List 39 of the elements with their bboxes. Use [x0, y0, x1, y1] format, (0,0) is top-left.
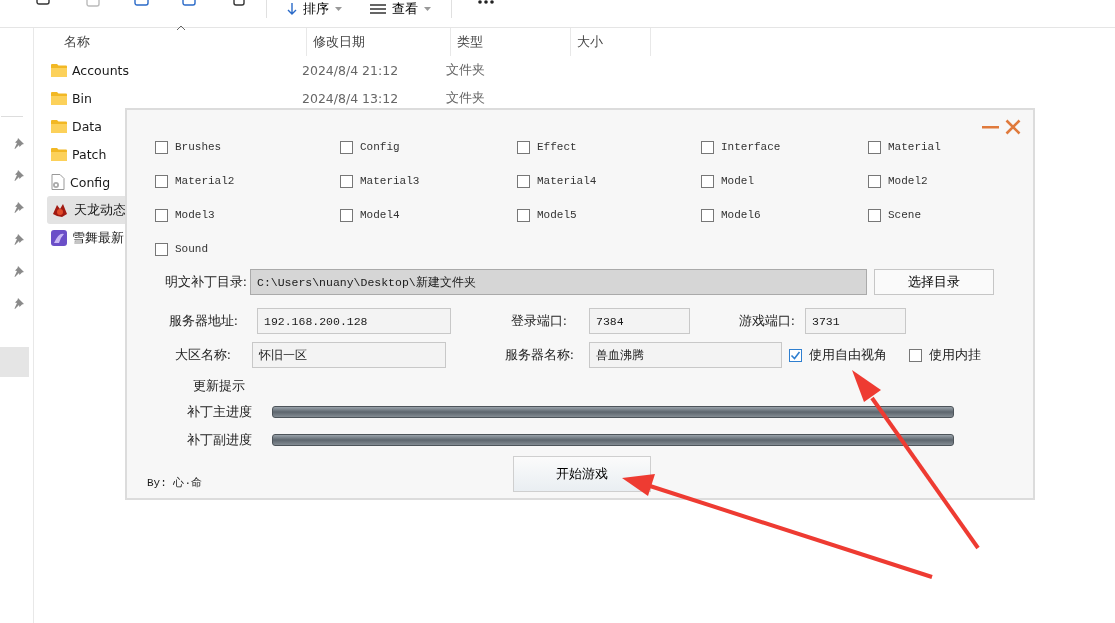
- date-cell-text: 2024/8/4 13:12: [302, 90, 400, 106]
- file-name: Accounts: [72, 62, 129, 78]
- checkbox-label: Material2: [175, 175, 235, 187]
- checkbox-label: Model4: [360, 209, 400, 221]
- file-name: 雪舞最新: [72, 229, 124, 247]
- type-cell: 文件夹: [446, 89, 485, 107]
- file-name: Bin: [72, 90, 92, 106]
- field-label: 服务器名称:: [503, 346, 574, 364]
- file-name: Patch: [72, 146, 107, 162]
- checkbox-label: Material: [888, 141, 941, 153]
- checkbox-label: Scene: [888, 209, 921, 221]
- checkbox-label: Model3: [175, 209, 215, 221]
- checkbox-label: 使用自由视角: [809, 346, 887, 364]
- checkbox-label: Config: [360, 141, 400, 153]
- field-label: 游戏端口:: [737, 312, 795, 330]
- checkbox-label: Material3: [360, 175, 420, 187]
- checkbox-label: Material4: [537, 175, 597, 187]
- progress-label: 补丁主进度: [187, 403, 252, 421]
- date-cell-text: 2024/8/4 21:12: [302, 62, 400, 78]
- file-name: 天龙动态: [74, 201, 126, 219]
- progress-label: 补丁副进度: [187, 431, 252, 449]
- checkbox-label: Model2: [888, 175, 928, 187]
- checkbox-label: 使用内挂: [929, 346, 981, 364]
- field-label: 登录端口:: [509, 312, 567, 330]
- checkbox-label: Model5: [537, 209, 577, 221]
- type-cell: 文件夹: [446, 61, 485, 79]
- checkbox-label: Interface: [721, 141, 781, 153]
- field-label: 明文补丁目录:: [163, 273, 247, 291]
- field-label: 大区名称:: [173, 346, 231, 364]
- file-name: Config: [70, 174, 111, 190]
- checkbox-label: Sound: [175, 243, 208, 255]
- checkbox-label: Model6: [721, 209, 761, 221]
- checkbox-label: Effect: [537, 141, 577, 153]
- author-credit: By: 心·命: [147, 475, 202, 490]
- file-name: Data: [72, 118, 102, 134]
- checkbox-label: Model: [721, 175, 754, 187]
- field-label: 服务器地址:: [167, 312, 238, 330]
- checkbox-label: Brushes: [175, 141, 222, 153]
- status-label: 更新提示: [193, 377, 245, 395]
